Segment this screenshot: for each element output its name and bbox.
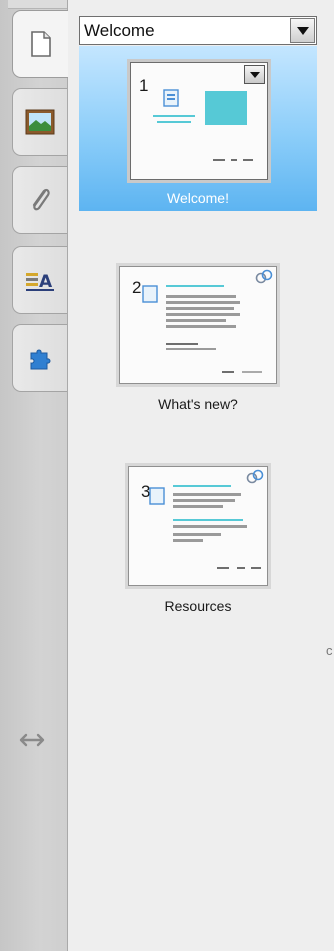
page-icon (31, 31, 51, 57)
thumb-footer-mark (231, 159, 237, 161)
page-thumbnail-3[interactable]: 3 (128, 466, 268, 586)
thumb-footer-mark (213, 159, 225, 161)
thumb-text-line (166, 348, 216, 350)
thumb-text-line (173, 519, 243, 521)
page-label: What's new? (158, 396, 238, 412)
page-thumbnail-1[interactable]: 1 (130, 62, 268, 180)
page-number: 1 (139, 76, 149, 95)
puzzle-icon (30, 349, 51, 370)
tab-attachments[interactable] (12, 166, 67, 234)
page-menu-button[interactable] (244, 65, 265, 84)
picture-icon (25, 109, 55, 135)
thumb-text-line (173, 525, 247, 528)
rail-top-cap (8, 0, 67, 9)
thumb-text-line (166, 319, 226, 322)
thumb-text-line (166, 295, 236, 298)
thumb-text-line (166, 343, 198, 345)
thumb-footer-mark (237, 567, 245, 569)
thumb-text-line (166, 313, 240, 316)
chevron-down-icon[interactable] (290, 18, 315, 43)
document-icon (142, 285, 158, 303)
page-label: Resources (164, 598, 232, 614)
thumb-text-line (173, 539, 203, 542)
page-thumbnail-2[interactable]: 2 (119, 266, 277, 384)
thumb-teal-block (205, 91, 247, 125)
thumb-text-line (173, 533, 221, 536)
thumb-footer-mark (251, 567, 261, 569)
thumb-text-line (173, 493, 241, 496)
thumb-text-line (166, 301, 240, 304)
thumb-footer-mark (242, 371, 262, 373)
group-dropdown-value: Welcome (84, 20, 155, 40)
group-dropdown[interactable]: Welcome (79, 16, 317, 45)
thumb-text-line (166, 325, 236, 328)
thumb-footer-mark (222, 371, 234, 373)
text-properties-icon: A (26, 272, 54, 292)
thumb-text-line (166, 285, 224, 287)
resize-arrows-icon[interactable] (17, 728, 47, 752)
tab-gallery[interactable] (12, 88, 67, 156)
document-icon (149, 487, 165, 505)
thumb-footer-mark (217, 567, 229, 569)
link-icon (255, 269, 273, 284)
paperclip-icon (32, 188, 50, 211)
thumb-text-line (153, 115, 195, 117)
thumb-text-line (157, 121, 191, 123)
scroll-hint: c (326, 643, 333, 658)
document-icon (163, 89, 179, 107)
thumb-text-line (173, 505, 223, 508)
thumb-text-line (166, 307, 234, 310)
thumb-footer-mark (243, 159, 253, 161)
sidebar-tab-rail: A (0, 0, 69, 951)
page-label: Welcome! (167, 190, 229, 206)
page-sorter-panel: Welcome 1 Welcome! 2 What's new? 3 Resou… (68, 0, 334, 951)
thumb-text-line (173, 485, 231, 487)
tab-page-sorter[interactable] (12, 10, 69, 78)
link-icon (246, 469, 264, 484)
tab-properties[interactable]: A (12, 246, 67, 314)
chevron-down-icon (249, 71, 260, 78)
tab-add-ons[interactable] (12, 324, 67, 392)
page-number: 2 (132, 278, 142, 297)
thumb-text-line (173, 499, 235, 502)
